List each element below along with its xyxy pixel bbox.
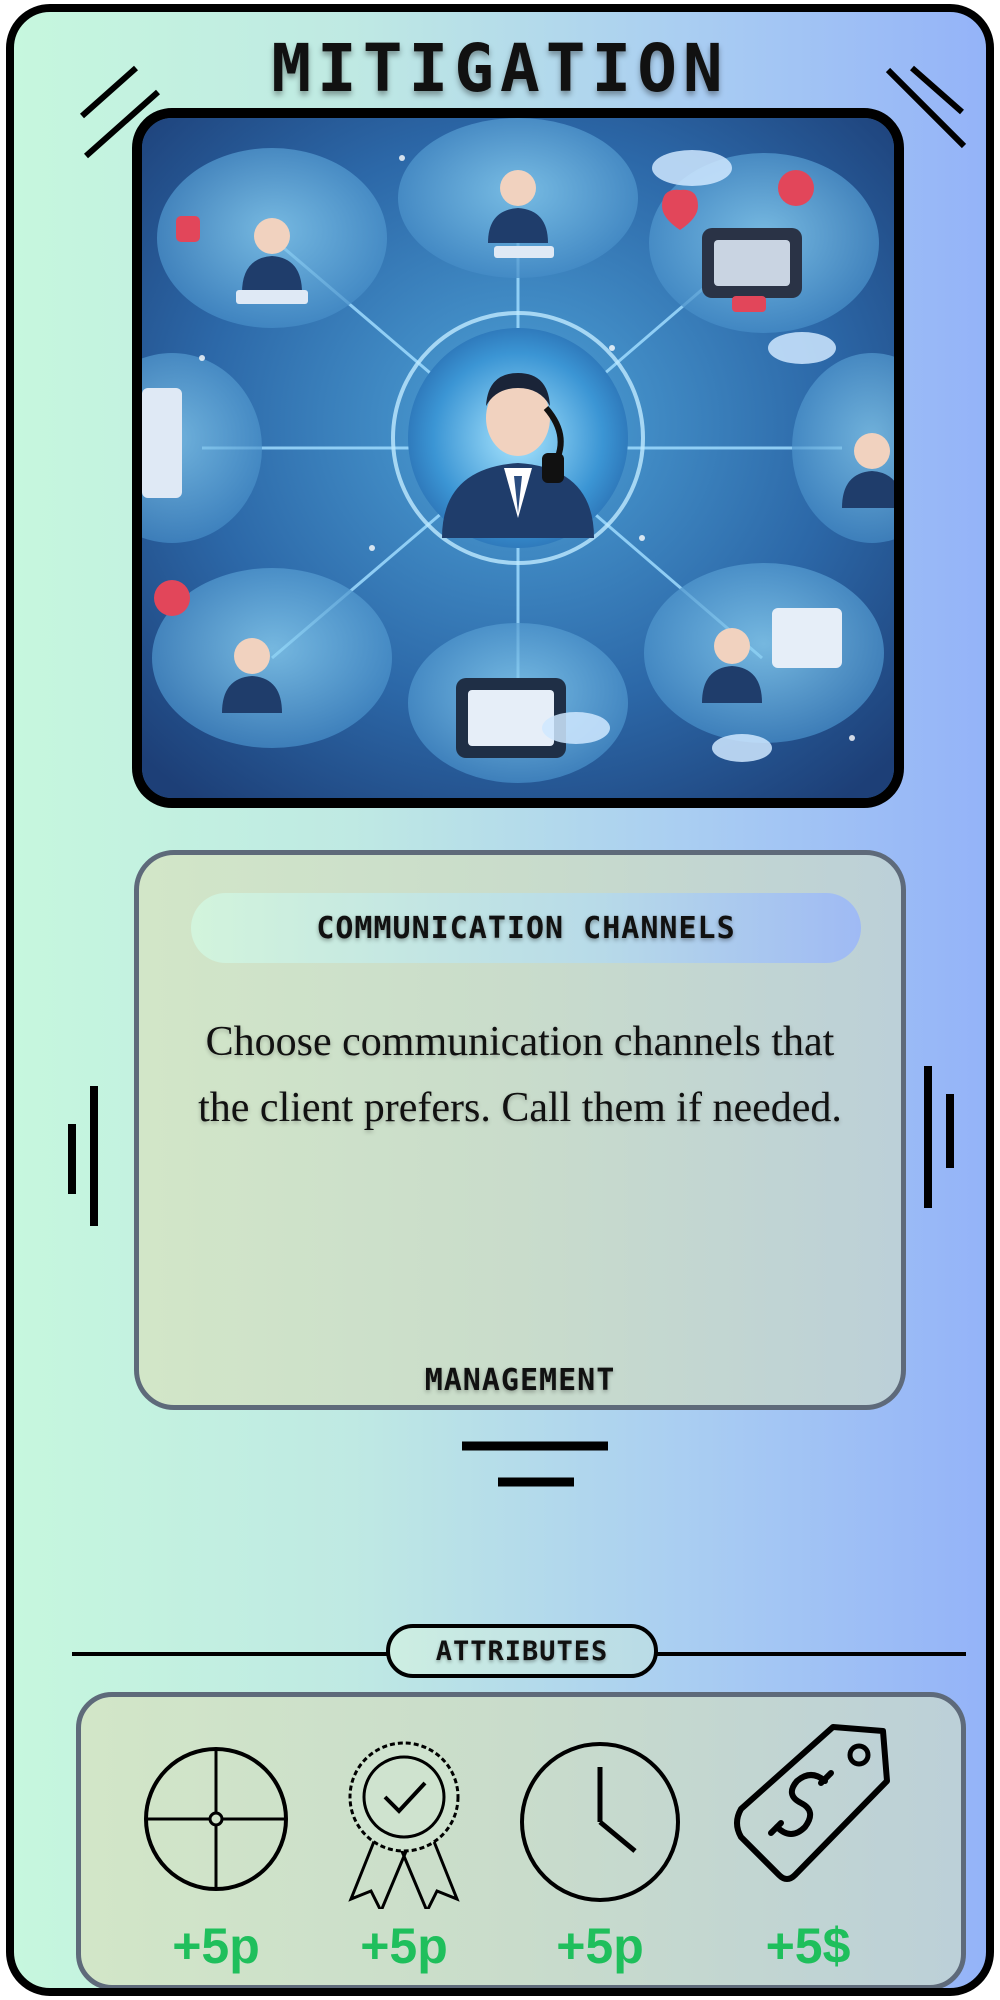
side-bars-right-decoration: [924, 1066, 954, 1208]
card-description: Choose communication channels that the c…: [149, 1009, 891, 1141]
communication-network-illustration: [142, 118, 894, 798]
mitigation-card: MITIGATION COMMUNICATION CHANNELS Choose…: [6, 4, 994, 1996]
card-artwork: [132, 108, 904, 808]
bottom-bars-decoration: [462, 1441, 608, 1487]
price-tag-icon: [734, 1724, 890, 1882]
award-ribbon-icon: [348, 1741, 460, 1909]
side-bars-left-decoration: [68, 1086, 98, 1226]
attributes-panel: +5p +5p +5p +5$: [76, 1692, 966, 1988]
attributes-label: ATTRIBUTES: [386, 1624, 658, 1678]
attribute-value: +5p: [172, 1918, 260, 1974]
attribute-item: +5p: [505, 1719, 695, 1979]
description-line-2: the client prefers. Call them if needed.: [198, 1085, 842, 1131]
card-subtitle: COMMUNICATION CHANNELS: [191, 893, 861, 963]
attribute-item: +5p: [309, 1719, 499, 1979]
description-line-1: Choose communication channels that: [205, 1019, 835, 1065]
clock-icon: [520, 1742, 680, 1902]
description-panel: COMMUNICATION CHANNELS Choose communicat…: [134, 850, 906, 1410]
attribute-item: +5p: [121, 1719, 311, 1979]
attribute-value: +5p: [360, 1918, 448, 1974]
card-category: MANAGEMENT: [424, 1363, 616, 1398]
attribute-value: +5p: [556, 1918, 644, 1974]
attribute-item: +5$: [713, 1719, 903, 1979]
attribute-value: +5$: [765, 1918, 851, 1974]
crosshair-icon: [144, 1747, 288, 1891]
